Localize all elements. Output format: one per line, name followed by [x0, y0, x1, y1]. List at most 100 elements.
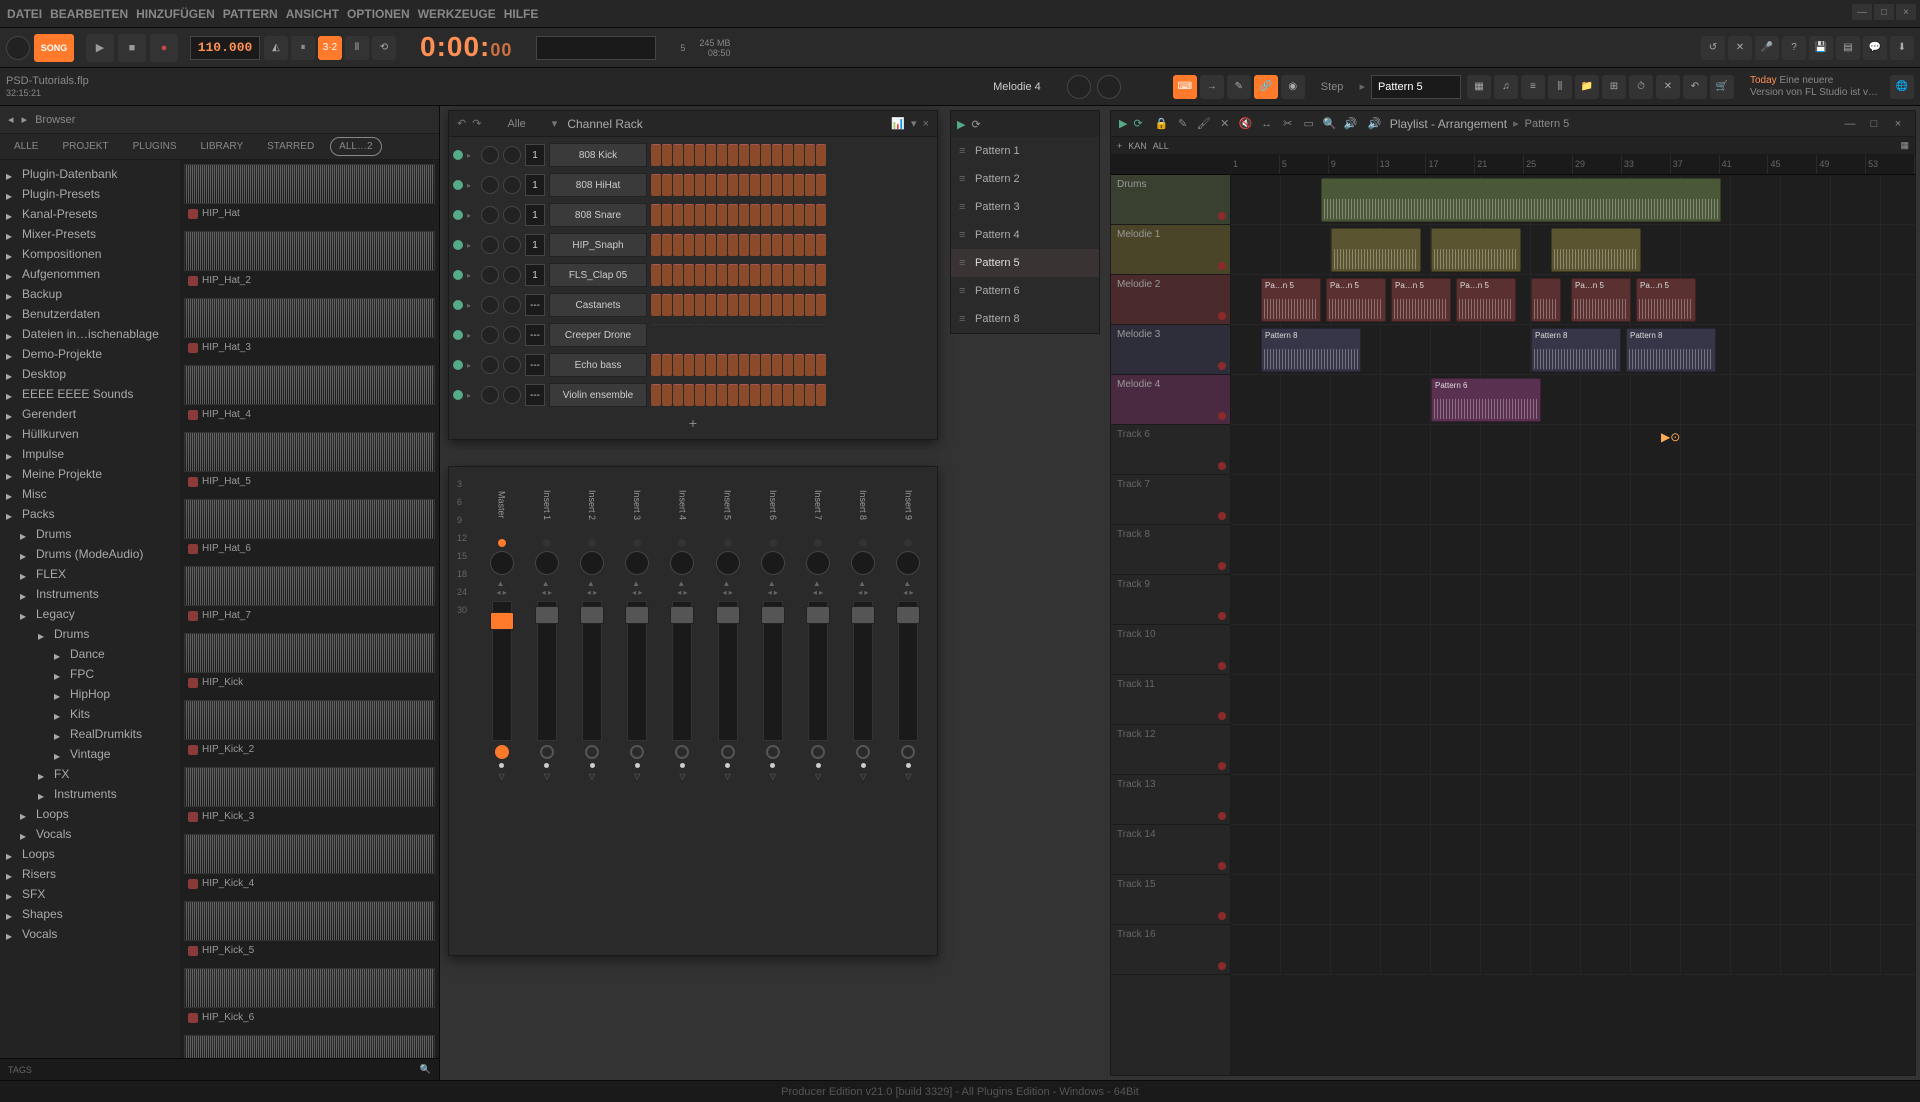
step-button[interactable]	[816, 354, 826, 376]
step-button[interactable]	[805, 144, 815, 166]
mixer-track[interactable]: Insert 4▲◂ ▸▽	[662, 475, 703, 947]
step-button[interactable]	[794, 174, 804, 196]
mixer-send-toggle[interactable]	[495, 745, 509, 759]
step-button[interactable]	[772, 354, 782, 376]
mixer-stereo-sep[interactable]: ▲◂ ▸	[677, 579, 687, 597]
step-button[interactable]	[662, 174, 672, 196]
sample-row[interactable]: HIP_Hat	[184, 164, 435, 221]
pl-playback-icon[interactable]: 🔊	[1342, 115, 1360, 133]
pp-menu-icon[interactable]: ⟳	[971, 118, 980, 131]
channel-name[interactable]: Violin ensemble	[549, 383, 647, 407]
step-button[interactable]	[673, 204, 683, 226]
play-button[interactable]: ▶	[86, 34, 114, 62]
playlist-lane[interactable]: Pattern 8Pattern 8Pattern 8	[1231, 325, 1915, 375]
pl-lock-icon[interactable]: 🔒	[1153, 115, 1171, 133]
track-arm-icon[interactable]	[1218, 662, 1226, 670]
sample-row[interactable]: HIP_Hat_6	[184, 499, 435, 556]
mixer-stereo-sep[interactable]: ▲◂ ▸	[632, 579, 642, 597]
track-arm-icon[interactable]	[1218, 962, 1226, 970]
step-button[interactable]	[816, 264, 826, 286]
tree-item[interactable]: ▸Vocals	[0, 824, 180, 844]
mixer-enable-dot[interactable]	[499, 763, 504, 768]
cr-menu-icon[interactable]: ▾	[552, 117, 558, 130]
add-channel-button[interactable]: +	[453, 411, 933, 435]
channel-target[interactable]: 1	[525, 234, 545, 256]
countdown-icon[interactable]: 3·2	[318, 36, 342, 60]
channel-pan-knob[interactable]	[481, 326, 499, 344]
pl-grid-icon[interactable]: ▦	[1900, 140, 1909, 151]
step-button[interactable]	[662, 264, 672, 286]
mixer-send-toggle[interactable]	[540, 745, 554, 759]
menu-werkzeuge[interactable]: WERKZEUGE	[415, 3, 499, 25]
step-button[interactable]	[816, 324, 826, 346]
tree-item[interactable]: ▸Meine Projekte	[0, 464, 180, 484]
step-button[interactable]	[728, 264, 738, 286]
step-button[interactable]	[794, 354, 804, 376]
pl-paint-icon[interactable]: 🖌	[1195, 115, 1213, 133]
pattern-item[interactable]: ≡Pattern 2	[951, 165, 1099, 193]
mixer-fx-icon[interactable]: ▽	[589, 772, 595, 781]
channel-vol-knob[interactable]	[503, 326, 521, 344]
tree-item[interactable]: ▸Backup	[0, 284, 180, 304]
step-button[interactable]	[761, 384, 771, 406]
help-icon[interactable]: ?	[1782, 36, 1806, 60]
sample-row[interactable]: HIP_Hat_7	[184, 566, 435, 623]
tempo-tap-icon[interactable]: ⏱	[1629, 75, 1653, 99]
view-playlist-icon[interactable]: ▦	[1467, 75, 1491, 99]
step-button[interactable]	[695, 294, 705, 316]
metronome-icon[interactable]: ◭	[264, 36, 288, 60]
close-button[interactable]: ×	[1896, 4, 1916, 20]
channel-arrow-icon[interactable]: ▸	[467, 331, 477, 340]
channel-pan-knob[interactable]	[481, 176, 499, 194]
browser-tab[interactable]: ALLE	[6, 138, 46, 155]
step-button[interactable]	[673, 384, 683, 406]
step-button[interactable]	[695, 234, 705, 256]
timeline-bar[interactable]: 9	[1329, 155, 1378, 174]
step-button[interactable]	[717, 144, 727, 166]
channel-name[interactable]: Castanets	[549, 293, 647, 317]
mixer-send-toggle[interactable]	[856, 745, 870, 759]
sample-row[interactable]: HIP_Kick_7	[184, 1035, 435, 1058]
step-button[interactable]	[772, 384, 782, 406]
channel-mute[interactable]	[453, 330, 463, 340]
step-button[interactable]	[794, 204, 804, 226]
timeline-bar[interactable]: 45	[1768, 155, 1817, 174]
menu-datei[interactable]: DATEI	[4, 3, 45, 25]
browser-tab[interactable]: PLUGINS	[125, 138, 185, 155]
mixer-track[interactable]: Insert 9▲◂ ▸▽	[888, 475, 929, 947]
mixer-stereo-sep[interactable]: ▲◂ ▸	[722, 579, 732, 597]
step-button[interactable]	[717, 384, 727, 406]
song-pat-toggle[interactable]: SONG	[34, 34, 74, 62]
step-button[interactable]	[794, 234, 804, 256]
pl-kan-tab[interactable]: KAN	[1128, 141, 1147, 151]
step-button[interactable]	[739, 294, 749, 316]
mixer-pan-knob[interactable]	[490, 551, 514, 575]
channel-name[interactable]: Echo bass	[549, 353, 647, 377]
tree-item[interactable]: ▸Mixer-Presets	[0, 224, 180, 244]
download-icon[interactable]: ⬇	[1890, 36, 1914, 60]
step-button[interactable]	[651, 354, 661, 376]
sample-row[interactable]: HIP_Hat_5	[184, 432, 435, 489]
step-button[interactable]	[750, 324, 760, 346]
note-tool-icon[interactable]: ✎	[1227, 75, 1251, 99]
step-button[interactable]	[695, 384, 705, 406]
menu-hilfe[interactable]: HILFE	[501, 3, 542, 25]
channel-mute[interactable]	[453, 270, 463, 280]
step-button[interactable]	[706, 264, 716, 286]
step-button[interactable]	[739, 264, 749, 286]
timeline-bar[interactable]: 1	[1231, 155, 1280, 174]
swing-knob[interactable]	[1097, 75, 1121, 99]
pl-delete-icon[interactable]: ✕	[1216, 115, 1234, 133]
step-button[interactable]	[772, 264, 782, 286]
playlist-clip[interactable]: Pa…n 5	[1636, 278, 1696, 322]
save-icon[interactable]: 💾	[1809, 36, 1833, 60]
step-button[interactable]	[662, 324, 672, 346]
pattern-selector[interactable]: Pattern 5	[1371, 75, 1461, 99]
step-button[interactable]	[783, 264, 793, 286]
playlist-lane[interactable]	[1231, 475, 1915, 525]
channel-target[interactable]: ---	[525, 324, 545, 346]
mixer-send-toggle[interactable]	[901, 745, 915, 759]
step-button[interactable]	[684, 204, 694, 226]
tree-item[interactable]: ▸Packs	[0, 504, 180, 524]
tree-item[interactable]: ▸Aufgenommen	[0, 264, 180, 284]
